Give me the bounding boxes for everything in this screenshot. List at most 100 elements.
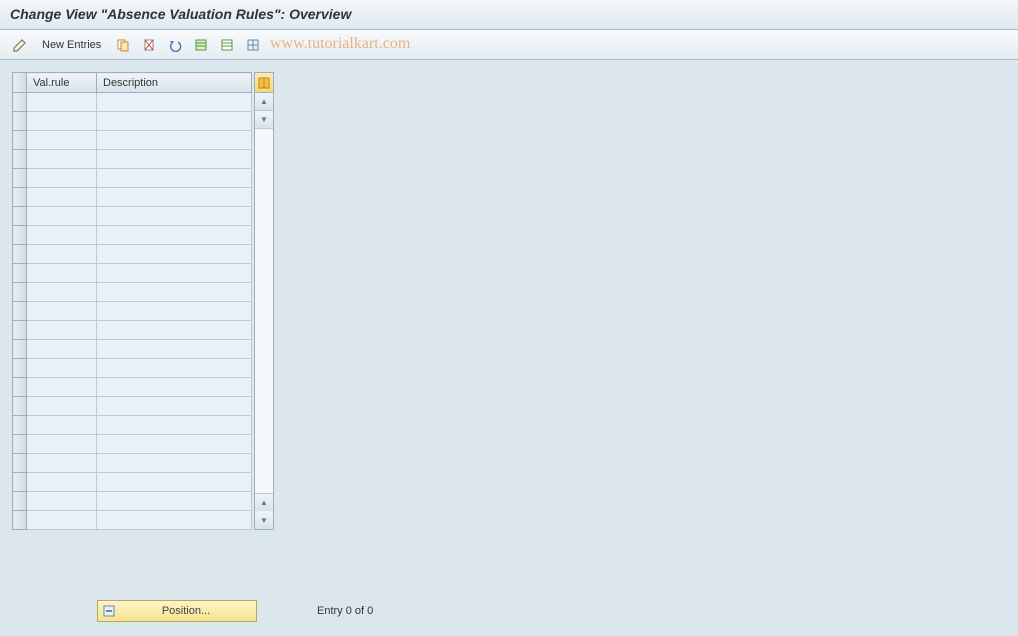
content-area: Val.rule Description ▲ ▼ ▲ ▼ (0, 60, 1018, 596)
table-row (13, 245, 252, 264)
cell-description[interactable] (97, 397, 252, 416)
copy-icon[interactable] (113, 35, 133, 55)
table-row (13, 93, 252, 112)
row-selector[interactable] (13, 245, 27, 264)
scroll-track[interactable] (255, 129, 273, 493)
select-all-icon[interactable] (191, 35, 211, 55)
cell-description[interactable] (97, 492, 252, 511)
position-button[interactable]: Position... (97, 600, 257, 622)
table-row (13, 150, 252, 169)
row-selector[interactable] (13, 454, 27, 473)
cell-description[interactable] (97, 473, 252, 492)
cell-description[interactable] (97, 283, 252, 302)
row-selector[interactable] (13, 511, 27, 530)
row-selector[interactable] (13, 473, 27, 492)
scroll-down-icon[interactable]: ▼ (255, 111, 273, 129)
cell-valrule[interactable] (27, 340, 97, 359)
cell-description[interactable] (97, 454, 252, 473)
column-header-valrule[interactable]: Val.rule (27, 73, 97, 93)
row-selector[interactable] (13, 207, 27, 226)
cell-valrule[interactable] (27, 226, 97, 245)
cell-valrule[interactable] (27, 511, 97, 530)
cell-description[interactable] (97, 188, 252, 207)
table-row (13, 454, 252, 473)
cell-valrule[interactable] (27, 473, 97, 492)
row-selector[interactable] (13, 169, 27, 188)
cell-description[interactable] (97, 378, 252, 397)
cell-description[interactable] (97, 150, 252, 169)
undo-icon[interactable] (165, 35, 185, 55)
deselect-all-icon[interactable] (217, 35, 237, 55)
cell-description[interactable] (97, 264, 252, 283)
cell-description[interactable] (97, 93, 252, 112)
row-selector[interactable] (13, 378, 27, 397)
cell-description[interactable] (97, 435, 252, 454)
cell-valrule[interactable] (27, 416, 97, 435)
cell-valrule[interactable] (27, 207, 97, 226)
cell-valrule[interactable] (27, 454, 97, 473)
cell-description[interactable] (97, 340, 252, 359)
table-row (13, 340, 252, 359)
position-icon (102, 604, 116, 618)
table-row (13, 492, 252, 511)
row-selector[interactable] (13, 416, 27, 435)
cell-valrule[interactable] (27, 93, 97, 112)
row-selector[interactable] (13, 131, 27, 150)
cell-description[interactable] (97, 245, 252, 264)
cell-description[interactable] (97, 321, 252, 340)
row-selector[interactable] (13, 302, 27, 321)
cell-valrule[interactable] (27, 492, 97, 511)
cell-valrule[interactable] (27, 359, 97, 378)
cell-valrule[interactable] (27, 378, 97, 397)
new-entries-button[interactable]: New Entries (36, 37, 107, 53)
row-selector[interactable] (13, 435, 27, 454)
row-selector[interactable] (13, 283, 27, 302)
table-row (13, 264, 252, 283)
row-selector[interactable] (13, 359, 27, 378)
cell-valrule[interactable] (27, 188, 97, 207)
table-row (13, 207, 252, 226)
cell-description[interactable] (97, 359, 252, 378)
cell-description[interactable] (97, 207, 252, 226)
table-settings-icon[interactable] (243, 35, 263, 55)
cell-valrule[interactable] (27, 169, 97, 188)
row-selector[interactable] (13, 188, 27, 207)
watermark-text: www.tutorialkart.com (270, 35, 410, 53)
row-selector[interactable] (13, 321, 27, 340)
change-icon[interactable] (10, 35, 30, 55)
cell-description[interactable] (97, 169, 252, 188)
configure-columns-icon[interactable] (255, 73, 273, 93)
row-selector[interactable] (13, 340, 27, 359)
row-selector[interactable] (13, 397, 27, 416)
cell-valrule[interactable] (27, 264, 97, 283)
cell-valrule[interactable] (27, 302, 97, 321)
cell-valrule[interactable] (27, 150, 97, 169)
table-row (13, 226, 252, 245)
cell-description[interactable] (97, 511, 252, 530)
row-selector-header[interactable] (13, 73, 27, 93)
cell-valrule[interactable] (27, 397, 97, 416)
row-selector[interactable] (13, 93, 27, 112)
cell-valrule[interactable] (27, 283, 97, 302)
cell-valrule[interactable] (27, 112, 97, 131)
scroll-up-icon[interactable]: ▲ (255, 93, 273, 111)
row-selector[interactable] (13, 150, 27, 169)
scroll-up-end-icon[interactable]: ▲ (255, 493, 273, 511)
row-selector[interactable] (13, 112, 27, 131)
cell-valrule[interactable] (27, 131, 97, 150)
row-selector[interactable] (13, 492, 27, 511)
cell-description[interactable] (97, 416, 252, 435)
delete-icon[interactable] (139, 35, 159, 55)
column-header-description[interactable]: Description (97, 73, 252, 93)
table-row (13, 302, 252, 321)
cell-description[interactable] (97, 226, 252, 245)
cell-valrule[interactable] (27, 435, 97, 454)
row-selector[interactable] (13, 264, 27, 283)
scroll-down-end-icon[interactable]: ▼ (255, 511, 273, 529)
cell-description[interactable] (97, 112, 252, 131)
cell-description[interactable] (97, 302, 252, 321)
cell-valrule[interactable] (27, 321, 97, 340)
cell-description[interactable] (97, 131, 252, 150)
row-selector[interactable] (13, 226, 27, 245)
cell-valrule[interactable] (27, 245, 97, 264)
